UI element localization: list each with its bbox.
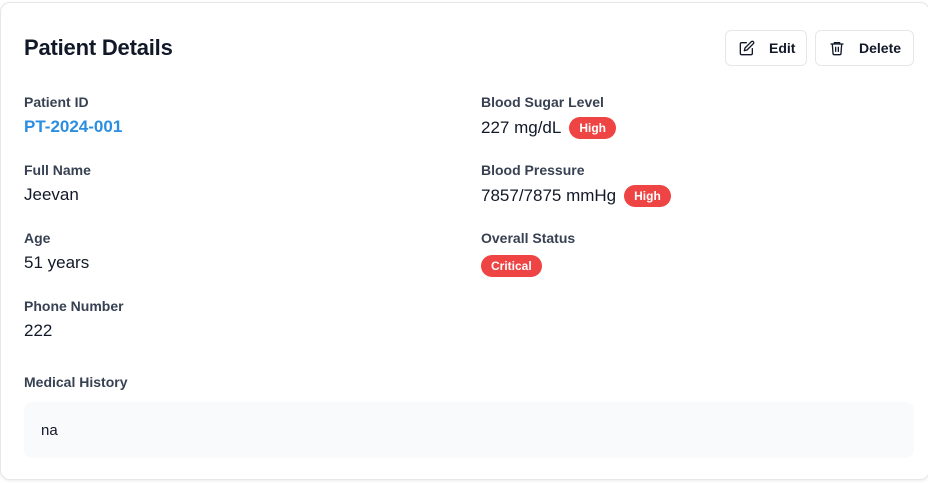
overall-status-badge: Critical (481, 255, 542, 277)
blood-pressure-label: Blood Pressure (481, 162, 585, 178)
medical-history-box: na (24, 402, 914, 458)
phone-value: 222 (24, 321, 53, 340)
overall-status-label: Overall Status (481, 230, 576, 246)
phone-label: Phone Number (24, 298, 124, 314)
blood-pressure-value: 7857/7875 mmHg (481, 186, 617, 205)
page-title: Patient Details (24, 35, 173, 60)
full-name-label: Full Name (24, 162, 91, 178)
delete-button[interactable]: Delete (815, 30, 914, 66)
edit-button[interactable]: Edit (725, 30, 807, 66)
trash-icon (829, 40, 845, 56)
edit-button-label: Edit (769, 40, 796, 56)
age-label: Age (24, 230, 51, 246)
medical-history-label: Medical History (24, 374, 128, 390)
blood-pressure-row: 7857/7875 mmHg High (481, 185, 671, 207)
blood-sugar-status-badge: High (569, 117, 617, 139)
blood-sugar-value: 227 mg/dL (481, 118, 562, 137)
age-value: 51 years (24, 253, 90, 272)
blood-sugar-row: 227 mg/dL High (481, 117, 617, 139)
delete-button-label: Delete (859, 40, 902, 56)
blood-sugar-label: Blood Sugar Level (481, 94, 604, 110)
full-name-value: Jeevan (24, 185, 79, 204)
edit-icon (739, 40, 755, 56)
patient-details-card: Patient Details Edit Delete Patient ID P… (0, 2, 928, 480)
medical-history-value: na (41, 422, 58, 439)
patient-id-label: Patient ID (24, 94, 89, 110)
blood-pressure-status-badge: High (624, 185, 671, 207)
patient-id-value: PT-2024-001 (24, 117, 123, 136)
overall-status-row: Critical (481, 255, 542, 277)
